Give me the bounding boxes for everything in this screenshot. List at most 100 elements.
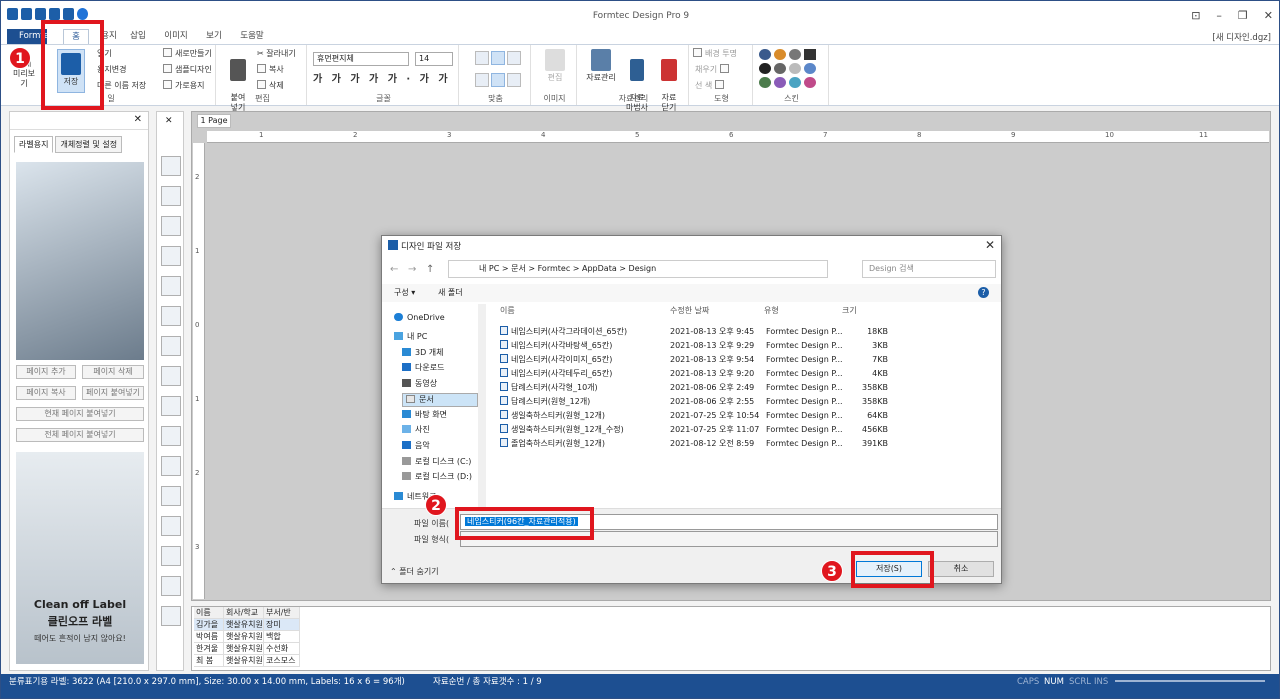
organize-menu[interactable]: 구성 ▾ — [394, 284, 415, 302]
file-row[interactable]: 생일축하스티커(원형_12개) 2021-07-25 오후 10:54 Formte… — [492, 409, 1002, 422]
tab-image[interactable]: 이미지 — [161, 29, 191, 44]
file-row[interactable]: 네임스티커(사각이미지_65칸) 2021-08-13 오후 9:54 Formte… — [492, 353, 1002, 366]
grid-cell[interactable]: 햇살유치원 — [224, 619, 264, 631]
save-icon[interactable] — [21, 8, 32, 20]
file-row[interactable]: 답례스티커(사각형_10개) 2021-08-06 오후 2:49 Formtec … — [492, 381, 1002, 394]
add-page-button[interactable]: 페이지 추가 — [16, 365, 76, 379]
valign-bottom-icon[interactable] — [507, 73, 521, 87]
back-icon[interactable]: ← — [390, 264, 398, 275]
forward-icon[interactable]: → — [408, 264, 416, 275]
nav-scrollbar[interactable] — [478, 304, 486, 508]
grid-cell[interactable]: 햇살유치원 — [224, 655, 264, 667]
image-edit-button[interactable]: 편집 — [541, 49, 569, 83]
multiline-tool-icon[interactable] — [161, 246, 181, 266]
save-as-button[interactable]: 다른 이름 저장 — [97, 80, 146, 91]
grid-header-company[interactable]: 회사/학교 — [224, 607, 264, 619]
skin-star-icon[interactable] — [789, 49, 801, 60]
skin-dark-icon[interactable] — [804, 49, 816, 60]
cd-tool-icon[interactable] — [161, 606, 181, 626]
ad-banner[interactable]: Clean off Label 클린오프 라벨 떼어도 흔적이 남지 않아요! — [16, 452, 144, 664]
valign-middle-icon[interactable] — [491, 73, 505, 87]
nav-this-pc[interactable]: 내 PC — [394, 331, 427, 343]
search-input[interactable]: Design 검색 — [862, 260, 996, 278]
undo-icon[interactable] — [49, 8, 60, 20]
qrcode-tool-icon[interactable] — [161, 336, 181, 356]
column-name[interactable]: 이름 — [500, 304, 515, 318]
hide-folders-button[interactable]: ⌃ 폴더 숨기기 — [390, 566, 439, 577]
fill-color-button[interactable]: 채우기 — [695, 64, 732, 75]
skin-teal-icon[interactable] — [789, 77, 801, 88]
file-row[interactable]: 답례스티커(원형_12개) 2021-08-06 오후 2:55 Formtec D… — [492, 395, 1002, 408]
zoom-slider[interactable] — [1115, 680, 1265, 682]
minimize-icon[interactable]: – — [1216, 9, 1222, 22]
barcode-tool-icon[interactable] — [161, 366, 181, 386]
align-right-icon[interactable] — [507, 51, 521, 65]
grid-cell[interactable]: 장미 — [264, 619, 300, 631]
paste-current-page-button[interactable]: 현재 페이지 붙여넣기 — [16, 407, 144, 421]
save-as-icon[interactable] — [35, 8, 46, 20]
new-folder-button[interactable]: 새 폴더 — [438, 284, 463, 302]
skin-palette[interactable] — [759, 49, 819, 88]
copy-page-button[interactable]: 페이지 복사 — [16, 386, 76, 400]
column-date[interactable]: 수정한 날짜 — [670, 304, 709, 318]
dialog-close-icon[interactable]: ✕ — [985, 238, 995, 252]
skin-green-icon[interactable] — [759, 77, 771, 88]
grid-cell[interactable]: 햇살유치원 — [224, 643, 264, 655]
skin-silver-icon[interactable] — [789, 63, 801, 74]
nav-downloads[interactable]: 다운로드 — [402, 362, 444, 374]
column-type[interactable]: 유형 — [764, 304, 779, 318]
grid-cell[interactable]: 수선화 — [264, 643, 300, 655]
nav-disk-c[interactable]: 로컬 디스크 (C:) — [402, 456, 471, 468]
clipart-tool-icon[interactable] — [161, 546, 181, 566]
tab-help[interactable]: 도움말 — [235, 29, 269, 44]
grid-cell[interactable]: 코스모스 — [264, 655, 300, 667]
skin-pink-icon[interactable] — [804, 77, 816, 88]
font-style-buttons[interactable]: 가 가 가 가 가 · 가 가 — [313, 74, 451, 85]
tab-object-align[interactable]: 개체정렬 및 설정 — [55, 136, 123, 153]
grid-cell[interactable]: 한겨울 — [194, 643, 224, 655]
file-row[interactable]: 생일축하스티커(원형_12개_수정) 2021-07-25 오후 11:07 For… — [492, 423, 1002, 436]
panel-close-icon[interactable]: ✕ — [134, 114, 142, 125]
nav-3d[interactable]: 3D 개체 — [402, 347, 444, 359]
grid-cell[interactable]: 햇살유치원 — [224, 631, 264, 643]
new-button[interactable]: 새로만들기 — [163, 48, 212, 59]
bg-transparent-checkbox[interactable]: 배경 투명 — [693, 48, 737, 59]
sample-design-button[interactable]: 샘플디자인 — [163, 64, 212, 75]
redo-icon[interactable] — [63, 8, 74, 20]
nav-documents[interactable]: 문서 — [402, 393, 478, 407]
nav-pictures[interactable]: 사진 — [402, 424, 430, 436]
align-center-icon[interactable] — [491, 51, 505, 65]
restore-icon[interactable]: ⊡ — [1191, 9, 1200, 22]
skin-black-icon[interactable] — [759, 63, 771, 74]
maximize-icon[interactable]: ❐ — [1238, 9, 1248, 22]
paste-page-button[interactable]: 페이지 붙여넣기 — [82, 386, 144, 400]
skin-blue-icon[interactable] — [759, 49, 771, 60]
page-tab[interactable]: 1 Page — [197, 114, 231, 128]
grid-cell[interactable]: 김가을 — [194, 619, 224, 631]
delete-page-button[interactable]: 페이지 삭제 — [82, 365, 144, 379]
grid-cell[interactable]: 박여름 — [194, 631, 224, 643]
data-manage-button[interactable]: 자료관리 — [583, 49, 619, 83]
skin-purple-icon[interactable] — [774, 77, 786, 88]
file-row[interactable]: 네임스티커(사각테두리_65칸) 2021-08-13 오후 9:20 Formte… — [492, 367, 1002, 380]
skin-gray-icon[interactable] — [774, 63, 786, 74]
nav-onedrive[interactable]: OneDrive — [394, 312, 445, 324]
tab-label-paper[interactable]: 라벨용지 — [14, 136, 54, 153]
up-icon[interactable]: ↑ — [426, 264, 434, 275]
font-tool-icon[interactable] — [161, 516, 181, 536]
circle-icon[interactable] — [77, 8, 88, 20]
grid-cell[interactable]: 백합 — [264, 631, 300, 643]
file-row[interactable]: 네임스티커(사각그라데이션_65칸) 2021-08-13 오후 9:45 Form… — [492, 325, 1002, 338]
grid-header-name[interactable]: 이름 — [194, 607, 224, 619]
skin-sky-icon[interactable] — [804, 63, 816, 74]
nav-disk-d[interactable]: 로컬 디스크 (D:) — [402, 471, 472, 483]
table-tool-icon[interactable] — [161, 456, 181, 476]
file-row[interactable]: 졸업축하스티커(원형_12개) 2021-08-12 오전 8:59 Formtec… — [492, 437, 1002, 450]
font-size-select[interactable]: 14 — [415, 52, 453, 66]
file-row[interactable]: 네임스티커(사각바탕색_65칸) 2021-08-13 오후 9:29 Formte… — [492, 339, 1002, 352]
close-icon[interactable]: ✕ — [1264, 9, 1273, 22]
nav-desktop[interactable]: 바탕 화면 — [402, 409, 447, 421]
copy-button[interactable]: 복사 — [257, 64, 284, 75]
select-tool-icon[interactable] — [161, 156, 181, 176]
address-bar[interactable]: 내 PC > 문서 > Formtec > AppData > Design — [448, 260, 828, 278]
